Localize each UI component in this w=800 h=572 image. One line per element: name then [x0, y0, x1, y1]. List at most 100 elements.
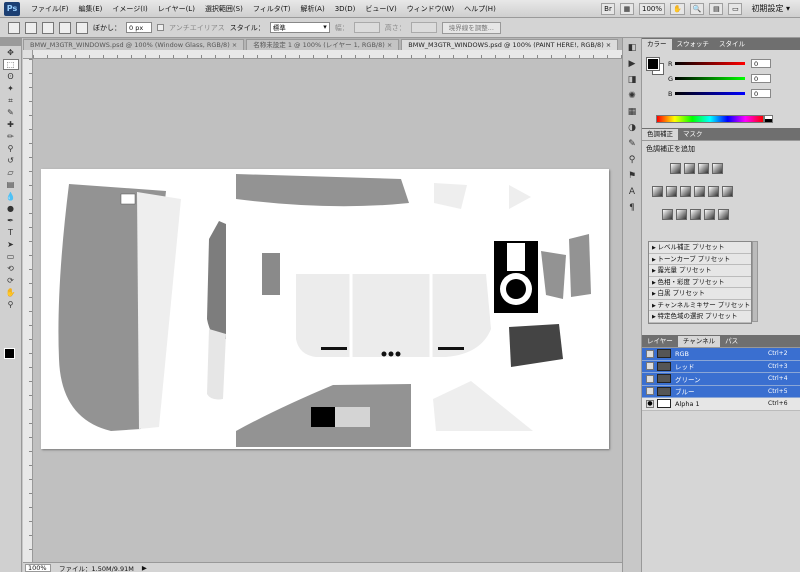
add-selection-icon[interactable] — [42, 21, 54, 34]
new-selection-icon[interactable] — [25, 21, 37, 34]
blue-slider[interactable] — [675, 92, 745, 95]
document-tab[interactable]: 名称未設定 1 @ 100% (レイヤー 1, RGB/8) × — [246, 39, 400, 50]
menu-select[interactable]: 選択範囲(S) — [200, 4, 248, 14]
tab-paths[interactable]: パス — [720, 336, 743, 347]
preset-scrollbar[interactable] — [752, 241, 758, 322]
tab-styles[interactable]: スタイル — [714, 39, 750, 50]
blue-value-input[interactable]: 0 — [751, 89, 771, 98]
channel-row[interactable]: ブルー Ctrl+5 — [642, 385, 800, 398]
menu-edit[interactable]: 編集(E) — [74, 4, 108, 14]
preset-item[interactable]: 露光量 プリセット — [649, 265, 751, 277]
ruler-horizontal[interactable] — [33, 50, 622, 59]
channel-row[interactable]: レッド Ctrl+3 — [642, 360, 800, 373]
preset-item[interactable]: トーンカーブ プリセット — [649, 254, 751, 265]
red-value-input[interactable]: 0 — [751, 59, 771, 68]
exposure-icon[interactable] — [712, 163, 723, 174]
visibility-eye-icon[interactable]: ● — [646, 399, 654, 408]
gradient-map-icon[interactable] — [704, 209, 715, 220]
hand-tool-icon[interactable]: ✋ — [3, 287, 19, 298]
color-fg-swatch[interactable] — [646, 57, 660, 71]
menu-filter[interactable]: フィルタ(T) — [248, 4, 296, 14]
brush-tool-icon[interactable]: ✏ — [3, 131, 19, 142]
marquee-preset-icon[interactable] — [8, 21, 20, 34]
clone-panel-icon[interactable]: ⚲ — [625, 154, 639, 166]
visibility-eye-icon[interactable] — [646, 349, 654, 358]
menu-view[interactable]: ビュー(V) — [360, 4, 401, 14]
color-spectrum-bw[interactable] — [764, 115, 773, 123]
tab-adjustments[interactable]: 色調補正 — [642, 129, 678, 140]
magic-wand-icon[interactable]: ✦ — [3, 83, 19, 94]
shape-tool-icon[interactable]: ▭ — [3, 251, 19, 262]
menu-3d[interactable]: 3D(D) — [330, 5, 361, 13]
ruler-vertical[interactable] — [23, 59, 33, 562]
color-spectrum[interactable] — [656, 115, 764, 123]
canvas-area[interactable] — [33, 59, 622, 562]
posterize-icon[interactable] — [676, 209, 687, 220]
vibrance-icon[interactable] — [652, 186, 663, 197]
brightness-icon[interactable] — [670, 163, 681, 174]
preset-item[interactable]: チャンネルミキサー プリセット — [649, 300, 751, 311]
visibility-eye-icon[interactable] — [646, 387, 654, 396]
menu-layer[interactable]: レイヤー(L) — [153, 4, 200, 14]
paragraph-panel-icon[interactable]: ¶ — [625, 202, 639, 214]
mini-bridge-icon[interactable]: ▦ — [619, 2, 634, 15]
channel-row[interactable]: ● Alpha 1 Ctrl+6 — [642, 398, 800, 411]
history-brush-icon[interactable]: ↺ — [3, 155, 19, 166]
feather-input[interactable]: 0 px — [126, 22, 152, 33]
histogram-panel-icon[interactable]: ▦ — [625, 106, 639, 118]
adjust-panel-icon[interactable]: ✺ — [625, 90, 639, 102]
navigator-panel-icon[interactable]: ◨ — [625, 74, 639, 86]
clone-stamp-icon[interactable]: ⚲ — [3, 143, 19, 154]
eyedropper-icon[interactable]: ✎ — [3, 107, 19, 118]
menu-image[interactable]: イメージ(I) — [107, 4, 152, 14]
lasso-tool-icon[interactable]: ʘ — [3, 71, 19, 82]
screen-mode-icon[interactable]: ▭ — [728, 2, 743, 15]
menu-help[interactable]: ヘルプ(H) — [459, 4, 501, 14]
actions-panel-icon[interactable]: ▶ — [625, 58, 639, 70]
document-tab[interactable]: BMW_M3GTR_WINDOWS.psd @ 100% (Window Gla… — [23, 39, 245, 50]
visibility-eye-icon[interactable] — [646, 362, 654, 371]
history-panel-icon[interactable]: ◧ — [625, 42, 639, 54]
status-zoom-input[interactable]: 100% — [25, 563, 51, 572]
tools-handle[interactable] — [0, 38, 21, 46]
threshold-icon[interactable] — [690, 209, 701, 220]
levels-icon[interactable] — [684, 163, 695, 174]
style-select[interactable]: 標準 — [269, 22, 330, 33]
preset-item[interactable]: レベル補正 プリセット — [649, 242, 751, 254]
selective-color-icon[interactable] — [718, 209, 729, 220]
channel-mixer-icon[interactable] — [722, 186, 733, 197]
tab-masks[interactable]: マスク — [678, 129, 708, 140]
channel-row[interactable]: RGB Ctrl+2 — [642, 348, 800, 361]
visibility-eye-icon[interactable] — [646, 374, 654, 383]
ruler-origin[interactable] — [23, 50, 33, 59]
brush-panel-icon[interactable]: ✎ — [625, 138, 639, 150]
tab-color[interactable]: カラー — [642, 39, 672, 50]
tab-layers[interactable]: レイヤー — [642, 336, 678, 347]
channel-row[interactable]: グリーン Ctrl+4 — [642, 373, 800, 386]
refine-edge-button[interactable]: 境界線を調整... — [441, 21, 501, 34]
eraser-tool-icon[interactable]: ▱ — [3, 167, 19, 178]
workspace-switcher[interactable]: 初期設定 ▾ — [747, 3, 794, 14]
photo-filter-icon[interactable] — [708, 186, 719, 197]
crop-tool-icon[interactable]: ⌗ — [3, 95, 19, 106]
path-select-icon[interactable]: ➤ — [3, 239, 19, 250]
info-panel-icon[interactable]: ◑ — [625, 122, 639, 134]
menu-analysis[interactable]: 解析(A) — [295, 4, 329, 14]
menu-window[interactable]: ウィンドウ(W) — [402, 4, 459, 14]
intersect-selection-icon[interactable] — [76, 21, 88, 34]
blur-tool-icon[interactable]: 💧 — [3, 191, 19, 202]
preset-item[interactable]: 色相・彩度 プリセット — [649, 277, 751, 288]
document-canvas[interactable] — [41, 169, 609, 449]
color-balance-icon[interactable] — [680, 186, 691, 197]
character-panel-icon[interactable]: A — [625, 186, 639, 198]
move-tool-icon[interactable]: ✥ — [3, 47, 19, 58]
menu-file[interactable]: ファイル(F) — [26, 4, 74, 14]
subtract-selection-icon[interactable] — [59, 21, 71, 34]
bridge-icon[interactable]: Br — [600, 2, 615, 15]
3d-rotate-icon[interactable]: ⟲ — [3, 263, 19, 274]
zoom-icon[interactable]: 🔍 — [689, 2, 705, 15]
pen-tool-icon[interactable]: ✒ — [3, 215, 19, 226]
preset-item[interactable]: 特定色域の選択 プリセット — [649, 311, 751, 323]
zoom-level[interactable]: 100% — [638, 2, 665, 15]
zoom-tool-icon[interactable]: ⚲ — [3, 299, 19, 310]
